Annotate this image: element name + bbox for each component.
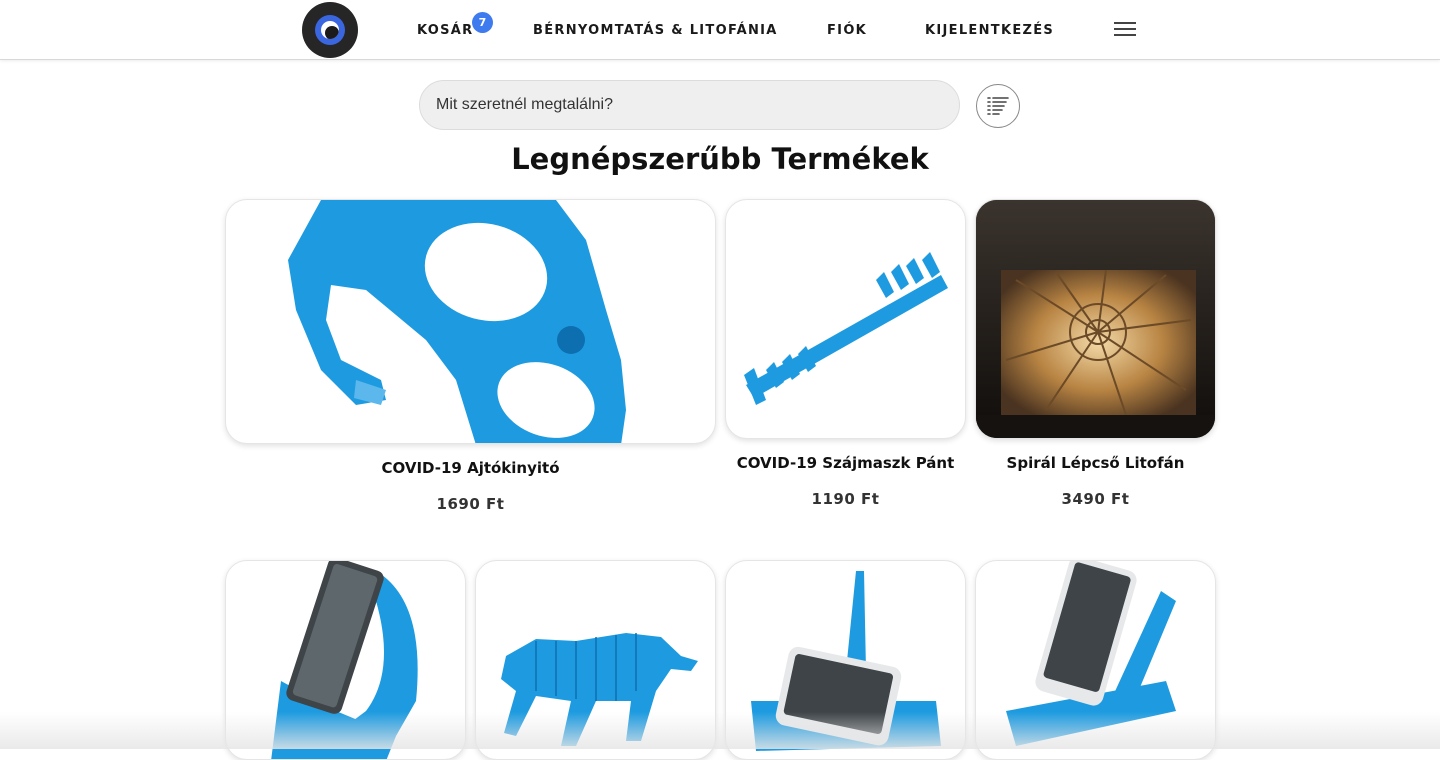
nav-account-link[interactable]: FIÓK xyxy=(827,23,867,38)
product-image xyxy=(975,560,1216,760)
product-card[interactable]: Spirál Lépcső Litofán 3490 Ft xyxy=(975,199,1216,508)
search-placeholder: Mit szeretnél megtalálni? xyxy=(436,96,613,113)
phone-stand-image xyxy=(271,561,418,759)
product-name: COVID-19 Szájmaszk Pánt xyxy=(736,454,955,472)
product-image xyxy=(975,199,1216,439)
eye-logo-icon[interactable] xyxy=(302,2,358,58)
product-card[interactable] xyxy=(475,560,716,760)
product-image xyxy=(225,560,466,760)
search-input[interactable]: Mit szeretnél megtalálni? xyxy=(419,80,960,130)
product-card[interactable] xyxy=(975,560,1216,760)
product-image xyxy=(725,199,966,439)
product-card[interactable]: COVID-19 Ajtókinyitó 1690 Ft xyxy=(225,199,716,513)
flexi-unicorn-image xyxy=(501,633,698,746)
hamburger-icon[interactable] xyxy=(1114,22,1137,38)
cart-count-badge: 7 xyxy=(472,12,493,33)
product-image xyxy=(225,199,716,444)
product-card[interactable]: COVID-19 Szájmaszk Pánt 1190 Ft xyxy=(725,199,966,508)
phone-stand-a-frame-image xyxy=(1006,561,1176,746)
product-name: Spirál Lépcső Litofán xyxy=(1006,454,1185,472)
door-opener-image xyxy=(288,200,626,443)
nav-cart-link[interactable]: KOSÁR xyxy=(417,23,473,38)
mask-strap-image xyxy=(744,252,948,405)
filter-button[interactable] xyxy=(976,84,1020,128)
nav-print-link[interactable]: BÉRNYOMTATÁS & LITOFÁNIA xyxy=(533,23,778,38)
product-image xyxy=(475,560,716,760)
nav-logout-link[interactable]: KIJELENTKEZÉS xyxy=(925,23,1054,38)
filter-list-icon xyxy=(987,97,1009,115)
product-price: 3490 Ft xyxy=(1061,490,1130,508)
product-image xyxy=(725,560,966,760)
product-card[interactable] xyxy=(225,560,466,760)
section-title: Legnépszerűbb Termékek xyxy=(511,142,929,176)
product-name: COVID-19 Ajtókinyitó xyxy=(381,459,560,477)
lithophane-image xyxy=(976,200,1215,438)
product-price: 1690 Ft xyxy=(436,495,505,513)
product-card[interactable] xyxy=(725,560,966,760)
product-price: 1190 Ft xyxy=(811,490,880,508)
top-navbar: KOSÁR 7 BÉRNYOMTATÁS & LITOFÁNIA FIÓK KI… xyxy=(0,0,1440,60)
phone-stand-stylus-image xyxy=(751,571,941,751)
